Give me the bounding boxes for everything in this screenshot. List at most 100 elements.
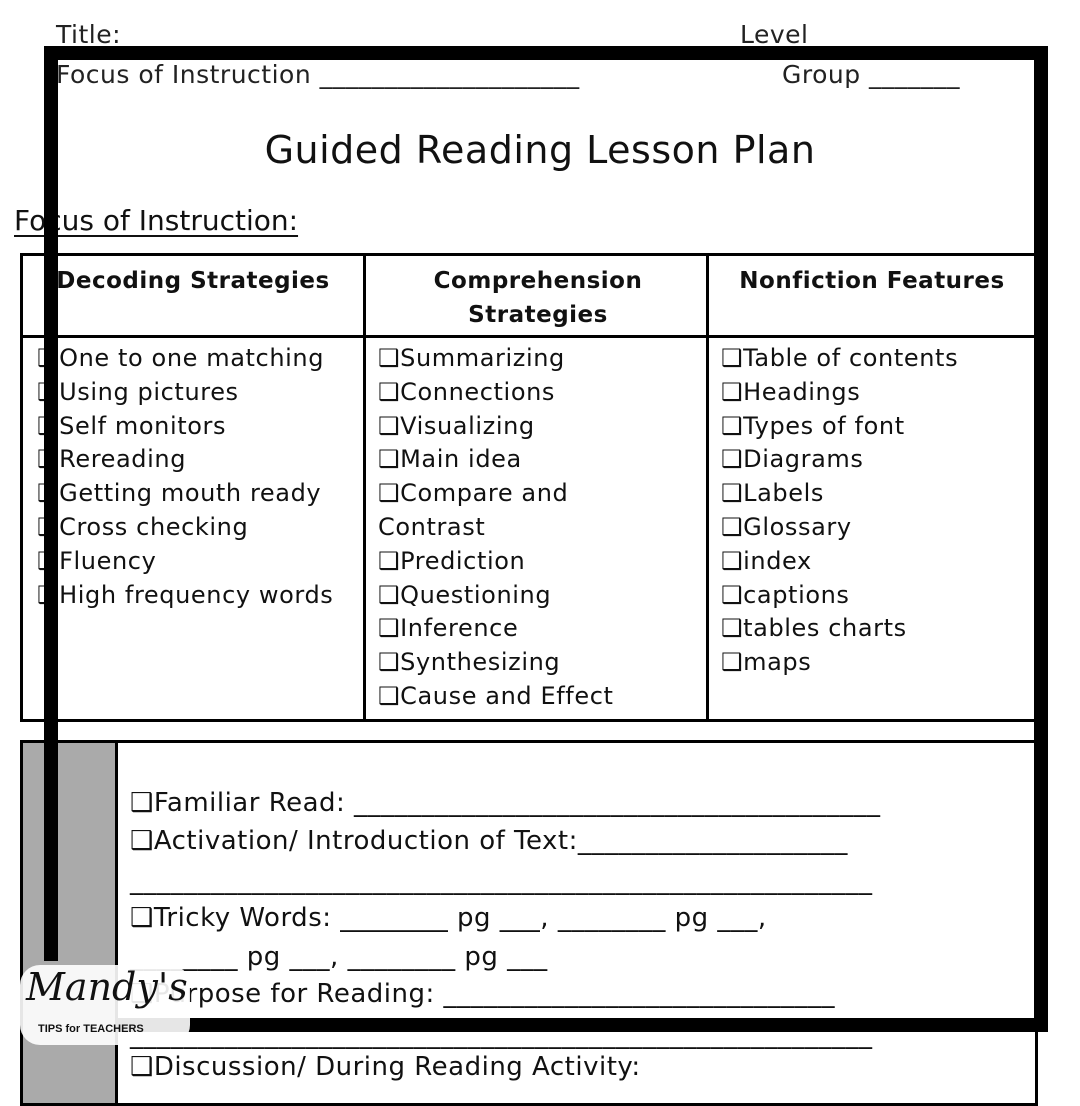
discussion-field[interactable]: Discussion/ During Reading Activity: — [154, 1052, 641, 1082]
checklist-item[interactable]: ❑maps — [721, 646, 958, 680]
checklist-item-label: Getting mouth ready — [59, 479, 322, 508]
checkbox-icon[interactable]: ❑ — [378, 376, 400, 410]
checklist-item-label: maps — [743, 648, 812, 677]
checklist-item-label: Table of contents — [743, 344, 959, 372]
checklist-item[interactable]: ❑captions — [721, 579, 958, 613]
checkbox-icon[interactable]: ❑ — [378, 646, 400, 680]
nonfiction-list: ❑Table of contents ❑Headings ❑Types of fon… — [721, 342, 958, 680]
checkbox-icon[interactable]: ❑ — [378, 612, 400, 646]
activation-line-2[interactable]: ________________________________________… — [130, 866, 873, 896]
activation-field[interactable]: Activation/ Introduction of Text:_______… — [154, 826, 848, 856]
checklist-item-label: Types of font — [743, 411, 905, 440]
checklist-item[interactable]: ❑Diagrams — [721, 443, 958, 477]
checklist-item-label: Inference — [400, 614, 519, 643]
checklist-item[interactable]: ❑index — [721, 545, 958, 579]
checkbox-icon[interactable]: ❑ — [378, 680, 400, 714]
checklist-item[interactable]: Contrast — [378, 511, 614, 545]
checklist-item[interactable]: ❑tables charts — [721, 612, 958, 646]
checkbox-icon[interactable]: ❑ — [378, 342, 400, 376]
checklist-item-label: High frequency words — [59, 580, 334, 609]
checklist-item[interactable]: ❑Main idea — [378, 443, 614, 477]
col-heading-comprehension: Comprehension Strategies — [433, 268, 643, 328]
overlay-frame-left — [44, 46, 58, 961]
checkbox-icon[interactable]: ❑ — [130, 826, 154, 856]
group-field: Group _______ — [782, 60, 961, 89]
checkbox-icon[interactable]: ❑ — [721, 511, 743, 545]
checkbox-icon[interactable]: ❑ — [721, 443, 743, 477]
checklist-item[interactable]: ❑Cause and Effect — [378, 680, 614, 714]
tricky-words-field[interactable]: Tricky Words: ________ pg ___, ________ … — [154, 903, 767, 933]
checklist-item-label: Labels — [743, 479, 824, 508]
checkbox-icon[interactable]: ❑ — [721, 612, 743, 646]
decoding-list: ❑One to one matching❑Using pictures❑Self… — [37, 342, 333, 612]
checklist-item-label: Summarizing — [400, 344, 565, 372]
checklist-item-label: Rereading — [59, 445, 187, 474]
logo-tagline: TIPS for TEACHERS — [38, 1023, 144, 1035]
checklist-item-label: index — [743, 546, 812, 575]
checklist-item-label: Using pictures — [59, 377, 239, 406]
checklist-item-label: Self monitors — [59, 411, 227, 440]
checklist-item[interactable]: ❑Glossary — [721, 511, 958, 545]
overlay-frame-bottom — [115, 1018, 1048, 1032]
checklist-item[interactable]: ❑Table of contents — [721, 342, 958, 376]
checkbox-icon[interactable]: ❑ — [130, 903, 154, 933]
checklist-item[interactable]: ❑Fluency — [37, 545, 333, 579]
checklist-item[interactable]: ❑Using pictures — [37, 376, 333, 410]
checklist-item-label: Cross checking — [59, 512, 249, 541]
checklist-item-label: Fluency — [59, 546, 157, 575]
overlay-frame-right — [1034, 46, 1048, 1032]
checklist-item-label: Visualizing — [400, 411, 535, 440]
checkbox-icon[interactable]: ❑ — [721, 342, 743, 376]
page-title: Guided Reading Lesson Plan — [264, 128, 816, 172]
checklist-item-label: Prediction — [400, 546, 526, 575]
checklist-item-label: Compare and — [400, 479, 569, 508]
checklist-item[interactable]: ❑Questioning — [378, 579, 614, 613]
checklist-item[interactable]: ❑Summarizing — [378, 342, 614, 376]
checkbox-icon[interactable]: ❑ — [721, 545, 743, 579]
checklist-item[interactable]: ❑Prediction — [378, 545, 614, 579]
checklist-item[interactable]: ❑One to one matching — [37, 342, 333, 376]
focus-of-instruction-field: Focus of Instruction ___________________… — [56, 60, 580, 89]
familiar-read-field[interactable]: Familiar Read: _________________________… — [154, 788, 881, 818]
checklist-item[interactable]: ❑Synthesizing — [378, 646, 614, 680]
checkbox-icon[interactable]: ❑ — [378, 410, 400, 444]
mandys-logo: Mandy's TIPS for TEACHERS — [20, 965, 190, 1045]
tricky-words-line-2[interactable]: ________ pg ___, ________ pg ___ — [130, 942, 548, 972]
checklist-item-label: Connections — [400, 377, 556, 406]
checklist-item[interactable]: ❑Getting mouth ready — [37, 477, 333, 511]
checkbox-icon[interactable]: ❑ — [721, 646, 743, 680]
checkbox-icon[interactable]: ❑ — [721, 376, 743, 410]
checkbox-icon[interactable]: ❑ — [130, 788, 154, 818]
checkbox-icon[interactable]: ❑ — [378, 579, 400, 613]
focus-table: Decoding Strategies Comprehension Strate… — [20, 253, 1038, 722]
checklist-item[interactable]: ❑Headings — [721, 376, 958, 410]
checklist-item[interactable]: ❑Cross checking — [37, 511, 333, 545]
overlay-frame-top — [44, 46, 1048, 60]
purpose-field[interactable]: Purpose for Reading: ___________________… — [154, 979, 835, 1009]
checkbox-icon[interactable]: ❑ — [721, 410, 743, 444]
checklist-item-label: Headings — [743, 377, 861, 406]
checklist-item-label: Questioning — [400, 580, 552, 609]
checkbox-icon[interactable]: ❑ — [721, 579, 743, 613]
checklist-item[interactable]: ❑Labels — [721, 477, 958, 511]
checkbox-icon[interactable]: ❑ — [378, 545, 400, 579]
checklist-item[interactable]: ❑Compare and — [378, 477, 614, 511]
checklist-item[interactable]: ❑Self monitors — [37, 410, 333, 444]
checklist-item-label: Cause and Effect — [400, 681, 614, 710]
checklist-item[interactable]: ❑Types of font — [721, 410, 958, 444]
checklist-item[interactable]: ❑Connections — [378, 376, 614, 410]
checklist-item[interactable]: ❑High frequency words — [37, 579, 333, 613]
checkbox-icon[interactable]: ❑ — [378, 443, 400, 477]
checkbox-icon[interactable]: ❑ — [130, 1052, 154, 1082]
checkbox-icon[interactable]: ❑ — [721, 477, 743, 511]
col-heading-decoding: Decoding Strategies — [56, 268, 330, 294]
checkbox-icon[interactable]: ❑ — [378, 477, 400, 511]
checklist-item[interactable]: ❑Rereading — [37, 443, 333, 477]
checklist-item-label: Synthesizing — [400, 648, 561, 677]
level-label: Level — [740, 20, 809, 49]
logo-name: Mandy's — [26, 965, 188, 1009]
checklist-item[interactable]: ❑Inference — [378, 612, 614, 646]
checklist-item-label: Diagrams — [743, 445, 864, 474]
checklist-item[interactable]: ❑Visualizing — [378, 410, 614, 444]
title-label: Title: — [56, 20, 121, 49]
